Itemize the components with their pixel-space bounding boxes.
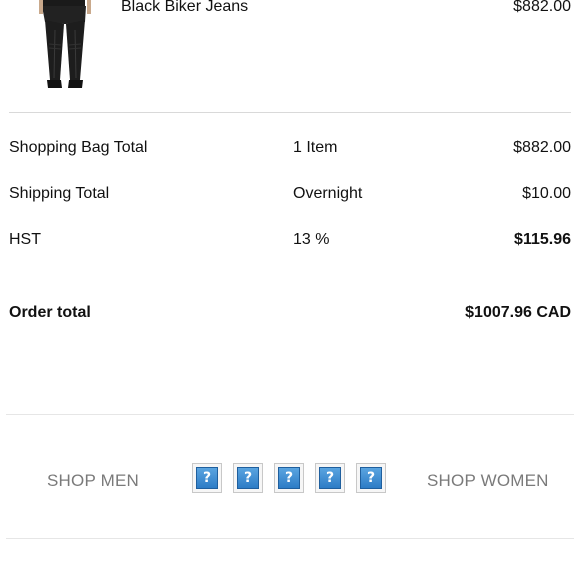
placeholder-image-icon: ? xyxy=(360,467,382,489)
placeholder-image-icon: ? xyxy=(278,467,300,489)
jeans-image xyxy=(39,0,91,88)
social-icon-2[interactable]: ? xyxy=(233,463,263,493)
placeholder-image-icon: ? xyxy=(237,467,259,489)
footer-divider-top xyxy=(6,414,574,415)
summary-detail-tax-rate: 13 % xyxy=(293,231,330,248)
footer-divider-bottom xyxy=(6,538,574,539)
social-icon-5[interactable]: ? xyxy=(356,463,386,493)
summary-detail-items: 1 Item xyxy=(293,139,338,156)
social-icon-1[interactable]: ? xyxy=(192,463,222,493)
summary-label-shipping: Shipping Total xyxy=(9,185,110,202)
social-icons: ? ? ? ? ? xyxy=(192,463,386,493)
social-icon-3[interactable]: ? xyxy=(274,463,304,493)
summary-detail-shipping-method: Overnight xyxy=(293,185,363,202)
summary-label-bag-total: Shopping Bag Total xyxy=(9,139,148,156)
shop-women-link[interactable]: SHOP WOMEN xyxy=(427,471,549,491)
product-price: $882.00 xyxy=(513,0,571,15)
placeholder-image-icon: ? xyxy=(319,467,341,489)
summary-value-bag-total: $882.00 xyxy=(513,139,571,156)
product-image[interactable] xyxy=(30,0,100,92)
shop-men-link[interactable]: SHOP MEN xyxy=(47,471,139,491)
order-total-value: $1007.96 CAD xyxy=(465,304,571,321)
placeholder-image-icon: ? xyxy=(196,467,218,489)
summary-label-tax: HST xyxy=(9,231,41,248)
divider xyxy=(9,112,571,113)
product-name[interactable]: Black Biker Jeans xyxy=(121,0,248,17)
summary-value-tax: $115.96 xyxy=(514,231,571,248)
order-total-label: Order total xyxy=(9,304,91,321)
summary-value-shipping: $10.00 xyxy=(522,185,571,202)
social-icon-4[interactable]: ? xyxy=(315,463,345,493)
